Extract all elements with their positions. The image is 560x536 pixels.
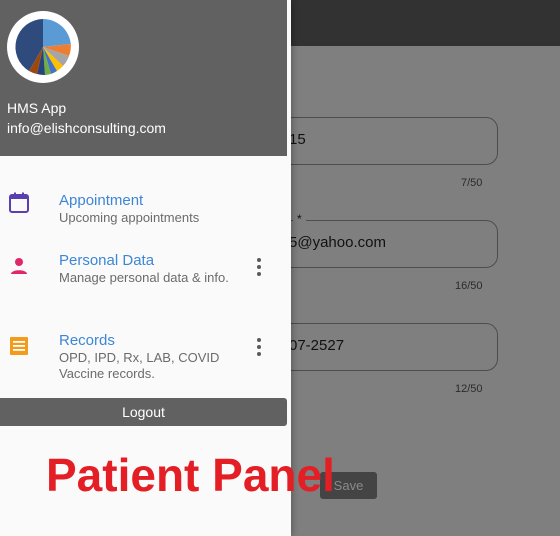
text-field-1-counter: 7/50 [461,177,483,189]
menu-item-subtitle: Manage personal data & info. [59,270,229,285]
menu-item-appointment[interactable]: Appointment Upcoming appointments [0,186,287,232]
records-icon [10,337,28,355]
drawer-edge [287,0,291,156]
menu-item-title: Appointment [59,192,144,209]
email-field-counter: 16/50 [455,280,483,292]
avatar[interactable] [7,11,79,83]
caption-overlay: Patient Panel [46,449,335,501]
more-options-icon[interactable] [249,255,269,279]
person-icon [11,258,27,274]
text-field-1-value: 15 [289,131,306,148]
logout-button[interactable]: Logout [0,398,287,426]
menu-item-records[interactable]: Records OPD, IPD, Rx, LAB, COVID Vaccine… [0,330,287,384]
pie-chart-logo-icon [10,14,76,80]
email-field-value: 5@yahoo.com [289,234,386,251]
menu-item-title: Records [59,332,115,349]
more-options-icon[interactable] [249,335,269,359]
calendar-icon [9,192,29,213]
menu-item-personal-data[interactable]: Personal Data Manage personal data & inf… [0,248,287,306]
account-email: info@elishconsulting.com [7,120,166,136]
drawer-header: HMS App info@elishconsulting.com [0,0,287,156]
phone-field-value: 07-2527 [289,337,345,354]
app-name: HMS App [7,100,67,116]
menu-item-subtitle: Upcoming appointments [59,210,200,225]
required-mark: * [293,212,306,226]
menu-item-subtitle: OPD, IPD, Rx, LAB, COVID Vaccine records… [59,350,220,381]
menu-item-title: Personal Data [59,252,155,269]
phone-field-counter: 12/50 [455,383,483,395]
